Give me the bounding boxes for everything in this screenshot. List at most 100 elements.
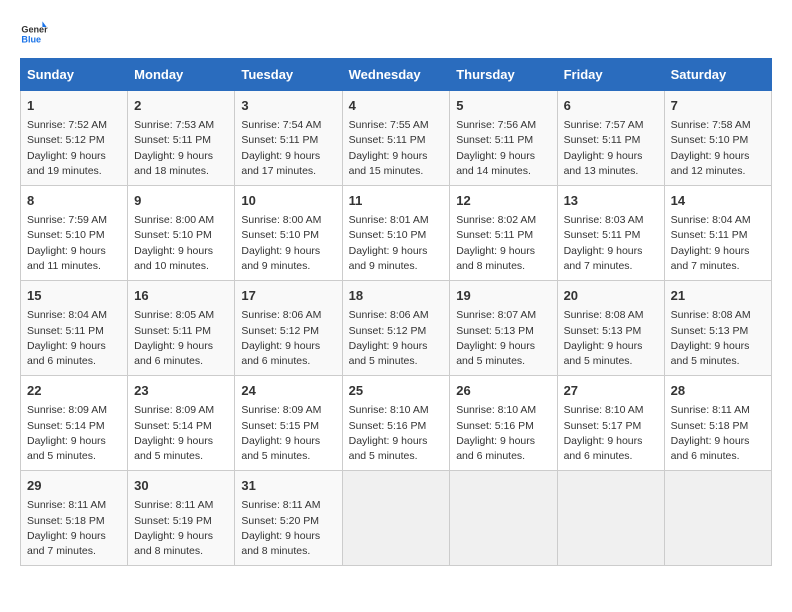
day-number: 1 (27, 97, 121, 115)
day-info: Sunrise: 8:04 AMSunset: 5:11 PMDaylight:… (671, 213, 765, 274)
day-number: 4 (349, 97, 444, 115)
calendar-cell: 10 Sunrise: 8:00 AMSunset: 5:10 PMDayligh… (235, 186, 342, 281)
day-number: 13 (564, 192, 658, 210)
calendar-cell (450, 471, 557, 566)
calendar-week-row: 8 Sunrise: 7:59 AMSunset: 5:10 PMDaylight… (21, 186, 772, 281)
day-info: Sunrise: 7:52 AMSunset: 5:12 PMDaylight:… (27, 118, 121, 179)
day-info: Sunrise: 8:00 AMSunset: 5:10 PMDaylight:… (241, 213, 335, 274)
day-number: 19 (456, 287, 550, 305)
calendar-cell: 31 Sunrise: 8:11 AMSunset: 5:20 PMDayligh… (235, 471, 342, 566)
day-number: 31 (241, 477, 335, 495)
calendar-cell: 28 Sunrise: 8:11 AMSunset: 5:18 PMDayligh… (664, 376, 771, 471)
calendar-cell: 25 Sunrise: 8:10 AMSunset: 5:16 PMDayligh… (342, 376, 450, 471)
day-number: 11 (349, 192, 444, 210)
day-number: 2 (134, 97, 228, 115)
calendar-cell: 29Sunrise: 8:11 AMSunset: 5:18 PMDayligh… (21, 471, 128, 566)
day-number: 5 (456, 97, 550, 115)
day-info: Sunrise: 7:53 AMSunset: 5:11 PMDaylight:… (134, 118, 228, 179)
calendar-week-row: 1 Sunrise: 7:52 AMSunset: 5:12 PMDaylight… (21, 91, 772, 186)
header-saturday: Saturday (664, 59, 771, 91)
day-info: Sunrise: 7:54 AMSunset: 5:11 PMDaylight:… (241, 118, 335, 179)
day-info: Sunrise: 8:11 AMSunset: 5:18 PMDaylight:… (671, 403, 765, 464)
day-number: 20 (564, 287, 658, 305)
day-info: Sunrise: 7:57 AMSunset: 5:11 PMDaylight:… (564, 118, 658, 179)
day-number: 8 (27, 192, 121, 210)
day-info: Sunrise: 8:06 AMSunset: 5:12 PMDaylight:… (241, 308, 335, 369)
calendar-cell: 5Sunrise: 7:56 AMSunset: 5:11 PMDaylight… (450, 91, 557, 186)
day-number: 12 (456, 192, 550, 210)
calendar-cell: 26 Sunrise: 8:10 AMSunset: 5:16 PMDayligh… (450, 376, 557, 471)
day-number: 10 (241, 192, 335, 210)
header-monday: Monday (128, 59, 235, 91)
day-number: 15 (27, 287, 121, 305)
day-info: Sunrise: 8:10 AMSunset: 5:16 PMDaylight:… (456, 403, 550, 464)
calendar-cell: 15Sunrise: 8:04 AMSunset: 5:11 PMDayligh… (21, 281, 128, 376)
header-wednesday: Wednesday (342, 59, 450, 91)
calendar-cell: 6 Sunrise: 7:57 AMSunset: 5:11 PMDaylight… (557, 91, 664, 186)
day-info: Sunrise: 8:11 AMSunset: 5:20 PMDaylight:… (241, 498, 335, 559)
calendar-cell (664, 471, 771, 566)
day-number: 6 (564, 97, 658, 115)
calendar-cell: 20 Sunrise: 8:08 AMSunset: 5:13 PMDayligh… (557, 281, 664, 376)
calendar-cell: 4 Sunrise: 7:55 AMSunset: 5:11 PMDaylight… (342, 91, 450, 186)
day-info: Sunrise: 8:08 AMSunset: 5:13 PMDaylight:… (564, 308, 658, 369)
calendar-cell: 27Sunrise: 8:10 AMSunset: 5:17 PMDayligh… (557, 376, 664, 471)
day-info: Sunrise: 8:10 AMSunset: 5:17 PMDaylight:… (564, 403, 658, 464)
calendar-cell: 12 Sunrise: 8:02 AMSunset: 5:11 PMDayligh… (450, 186, 557, 281)
day-info: Sunrise: 7:55 AMSunset: 5:11 PMDaylight:… (349, 118, 444, 179)
day-info: Sunrise: 8:05 AMSunset: 5:11 PMDaylight:… (134, 308, 228, 369)
day-info: Sunrise: 8:02 AMSunset: 5:11 PMDaylight:… (456, 213, 550, 274)
day-number: 28 (671, 382, 765, 400)
calendar-cell: 3 Sunrise: 7:54 AMSunset: 5:11 PMDaylight… (235, 91, 342, 186)
day-info: Sunrise: 8:06 AMSunset: 5:12 PMDaylight:… (349, 308, 444, 369)
day-number: 22 (27, 382, 121, 400)
day-number: 16 (134, 287, 228, 305)
day-number: 24 (241, 382, 335, 400)
day-number: 3 (241, 97, 335, 115)
calendar-cell (342, 471, 450, 566)
day-number: 9 (134, 192, 228, 210)
calendar-cell: 14 Sunrise: 8:04 AMSunset: 5:11 PMDayligh… (664, 186, 771, 281)
calendar-header-row: SundayMondayTuesdayWednesdayThursdayFrid… (21, 59, 772, 91)
day-info: Sunrise: 8:07 AMSunset: 5:13 PMDaylight:… (456, 308, 550, 369)
day-info: Sunrise: 8:01 AMSunset: 5:10 PMDaylight:… (349, 213, 444, 274)
calendar-cell: 30Sunrise: 8:11 AMSunset: 5:19 PMDayligh… (128, 471, 235, 566)
page-header: General Blue (20, 20, 772, 48)
day-number: 21 (671, 287, 765, 305)
calendar-cell: 17 Sunrise: 8:06 AMSunset: 5:12 PMDayligh… (235, 281, 342, 376)
day-info: Sunrise: 8:09 AMSunset: 5:14 PMDaylight:… (27, 403, 121, 464)
calendar-cell: 19 Sunrise: 8:07 AMSunset: 5:13 PMDayligh… (450, 281, 557, 376)
calendar-cell: 16 Sunrise: 8:05 AMSunset: 5:11 PMDayligh… (128, 281, 235, 376)
calendar-cell: 8 Sunrise: 7:59 AMSunset: 5:10 PMDaylight… (21, 186, 128, 281)
calendar-cell: 24 Sunrise: 8:09 AMSunset: 5:15 PMDayligh… (235, 376, 342, 471)
day-info: Sunrise: 7:59 AMSunset: 5:10 PMDaylight:… (27, 213, 121, 274)
day-number: 25 (349, 382, 444, 400)
day-number: 14 (671, 192, 765, 210)
day-info: Sunrise: 8:09 AMSunset: 5:15 PMDaylight:… (241, 403, 335, 464)
calendar-week-row: 22 Sunrise: 8:09 AMSunset: 5:14 PMDayligh… (21, 376, 772, 471)
calendar-cell: 1 Sunrise: 7:52 AMSunset: 5:12 PMDaylight… (21, 91, 128, 186)
day-info: Sunrise: 7:58 AMSunset: 5:10 PMDaylight:… (671, 118, 765, 179)
svg-text:Blue: Blue (21, 34, 41, 44)
header-thursday: Thursday (450, 59, 557, 91)
day-info: Sunrise: 8:10 AMSunset: 5:16 PMDaylight:… (349, 403, 444, 464)
calendar-table: SundayMondayTuesdayWednesdayThursdayFrid… (20, 58, 772, 566)
calendar-week-row: 15Sunrise: 8:04 AMSunset: 5:11 PMDayligh… (21, 281, 772, 376)
logo: General Blue (20, 20, 52, 48)
calendar-cell: 21Sunrise: 8:08 AMSunset: 5:13 PMDayligh… (664, 281, 771, 376)
calendar-cell: 7 Sunrise: 7:58 AMSunset: 5:10 PMDaylight… (664, 91, 771, 186)
day-number: 7 (671, 97, 765, 115)
day-number: 29 (27, 477, 121, 495)
logo-icon: General Blue (20, 20, 48, 48)
day-number: 23 (134, 382, 228, 400)
day-number: 26 (456, 382, 550, 400)
day-number: 17 (241, 287, 335, 305)
calendar-cell: 23 Sunrise: 8:09 AMSunset: 5:14 PMDayligh… (128, 376, 235, 471)
day-info: Sunrise: 8:03 AMSunset: 5:11 PMDaylight:… (564, 213, 658, 274)
header-tuesday: Tuesday (235, 59, 342, 91)
day-info: Sunrise: 8:09 AMSunset: 5:14 PMDaylight:… (134, 403, 228, 464)
day-info: Sunrise: 8:00 AMSunset: 5:10 PMDaylight:… (134, 213, 228, 274)
calendar-cell: 11 Sunrise: 8:01 AMSunset: 5:10 PMDayligh… (342, 186, 450, 281)
day-info: Sunrise: 8:11 AMSunset: 5:19 PMDaylight:… (134, 498, 228, 559)
calendar-week-row: 29Sunrise: 8:11 AMSunset: 5:18 PMDayligh… (21, 471, 772, 566)
